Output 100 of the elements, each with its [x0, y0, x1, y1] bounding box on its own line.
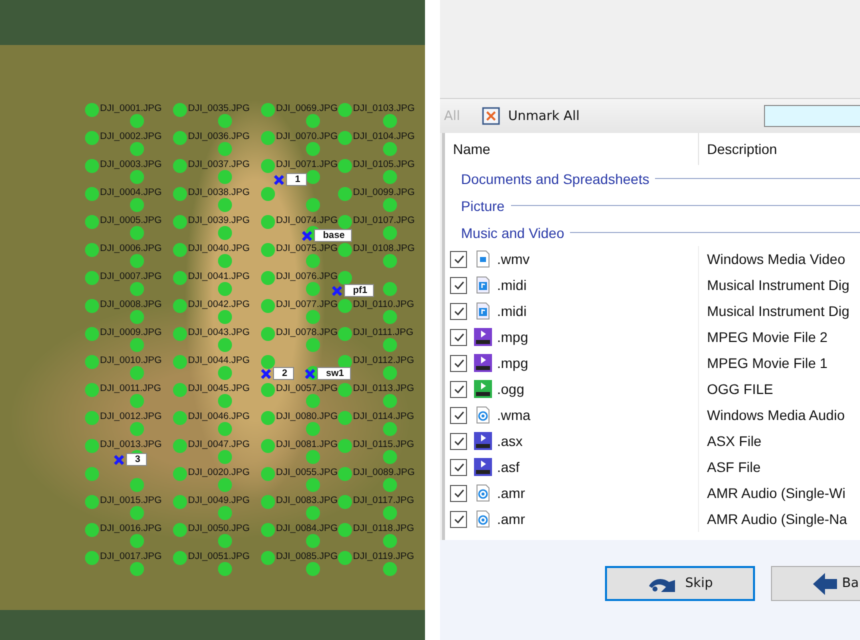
cross-marker-icon[interactable] [304, 368, 316, 380]
checkbox[interactable] [450, 276, 467, 294]
image-label: DJI_0017.JPG [100, 551, 162, 563]
checkmark-icon [452, 383, 464, 395]
control-point-label: sw1 [317, 367, 351, 380]
file-description: Windows Media Audio [707, 407, 845, 423]
group-header[interactable]: Music and Video [461, 224, 564, 240]
image-label: DJI_0084.JPG [276, 523, 338, 535]
image-label: DJI_0015.JPG [100, 495, 162, 507]
cross-marker-icon[interactable] [301, 230, 313, 242]
image-label: DJI_0005.JPG [100, 215, 162, 227]
image-label: DJI_0055.JPG [276, 467, 338, 479]
back-button[interactable]: Ba [771, 566, 860, 601]
file-extension: .midi [497, 303, 527, 319]
image-label: DJI_0081.JPG [276, 439, 338, 451]
group-header[interactable]: Picture [461, 198, 505, 214]
group-header[interactable]: Documents and Spreadsheets [461, 170, 650, 186]
image-label: DJI_0069.JPG [276, 103, 338, 115]
image-label: DJI_0020.JPG [188, 467, 250, 479]
checkbox[interactable] [450, 250, 467, 268]
checkbox[interactable] [450, 380, 467, 398]
image-label: DJI_0002.JPG [100, 131, 162, 143]
cross-marker-icon[interactable] [113, 454, 125, 466]
image-label: DJI_0036.JPG [188, 131, 250, 143]
image-label: DJI_0111.JPG [353, 327, 414, 339]
control-point-label: 1 [286, 173, 308, 186]
file-extension: .asx [497, 433, 523, 449]
image-label: DJI_0040.JPG [188, 243, 250, 255]
file-description: Windows Media Video [707, 251, 846, 267]
checkmark-icon [452, 513, 464, 525]
column-header[interactable]: Name [445, 133, 699, 165]
control-point-label: 2 [273, 367, 294, 380]
image-label: DJI_0010.JPG [100, 355, 162, 367]
image-label: DJI_0077.JPG [276, 299, 338, 311]
image-label: DJI_0044.JPG [188, 355, 250, 367]
checkbox[interactable] [450, 484, 467, 502]
file-extension: .mpg [497, 329, 528, 345]
control-point-label: 3 [126, 453, 148, 466]
control-point-label: pf1 [344, 284, 374, 297]
image-label: DJI_0037.JPG [188, 159, 250, 171]
column-header[interactable]: Description [699, 141, 778, 157]
file-description: AMR Audio (Single-Wi [707, 485, 846, 501]
image-label: DJI_0050.JPG [188, 523, 250, 535]
checkmark-icon [452, 253, 464, 265]
cross-marker-icon[interactable] [273, 174, 285, 186]
checkbox[interactable] [450, 510, 467, 528]
checkbox[interactable] [450, 406, 467, 424]
image-label: DJI_0104.JPG [353, 131, 415, 143]
file-description: Musical Instrument Dig [707, 277, 850, 293]
image-label: DJI_0119.JPG [353, 551, 414, 563]
cross-box-icon [482, 107, 500, 125]
image-label: DJI_0118.JPG [353, 523, 414, 535]
file-description: MPEG Movie File 1 [707, 355, 828, 371]
image-label: DJI_0011.JPG [100, 383, 162, 395]
image-label: DJI_0114.JPG [353, 411, 414, 423]
image-label: DJI_0113.JPG [353, 383, 414, 395]
image-label: DJI_0057.JPG [276, 383, 338, 395]
skip-button[interactable]: Skip [605, 566, 755, 601]
image-label: DJI_0003.JPG [100, 159, 162, 171]
file-extension: .asf [497, 459, 520, 475]
file-extension: .mpg [497, 355, 528, 371]
image-label: DJI_0001.JPG [100, 103, 162, 115]
image-label: DJI_0038.JPG [188, 187, 250, 199]
checkbox[interactable] [450, 354, 467, 372]
image-label: DJI_0016.JPG [100, 523, 162, 535]
checkmark-icon [452, 487, 464, 499]
image-label: DJI_0110.JPG [353, 299, 414, 311]
file-extension: .midi [497, 277, 527, 293]
image-label: DJI_0012.JPG [100, 411, 162, 423]
unmark-all-button[interactable]: Unmark All [478, 105, 584, 127]
image-label: DJI_0046.JPG [188, 411, 250, 423]
left-arrow-icon [812, 572, 838, 596]
image-label: DJI_0099.JPG [353, 187, 415, 199]
file-extension: .amr [497, 485, 525, 501]
image-label: DJI_0117.JPG [353, 495, 414, 507]
checkbox[interactable] [450, 302, 467, 320]
file-description: ASX File [707, 433, 762, 449]
image-label: DJI_0105.JPG [353, 159, 415, 171]
cross-marker-icon[interactable] [331, 285, 343, 297]
image-label: DJI_0004.JPG [100, 187, 162, 199]
image-label: DJI_0006.JPG [100, 243, 162, 255]
checkbox[interactable] [450, 432, 467, 450]
image-label: DJI_0007.JPG [100, 271, 162, 283]
checkbox[interactable] [450, 328, 467, 346]
image-label: DJI_0013.JPG [100, 439, 162, 451]
image-label: DJI_0039.JPG [188, 215, 250, 227]
image-label: DJI_0070.JPG [276, 131, 338, 143]
file-extension: .amr [497, 511, 525, 527]
file-extension: .wmv [497, 251, 530, 267]
file-description: OGG FILE [707, 381, 774, 397]
image-label: DJI_0042.JPG [188, 299, 250, 311]
search-field[interactable] [764, 105, 860, 127]
checkmark-icon [452, 435, 464, 447]
image-label: DJI_0009.JPG [100, 327, 162, 339]
cross-marker-icon[interactable] [260, 368, 272, 380]
image-label: DJI_0041.JPG [188, 271, 250, 283]
checkbox[interactable] [450, 458, 467, 476]
file-description: ASF File [707, 459, 761, 475]
checkmark-icon [452, 279, 464, 291]
image-label: DJI_0049.JPG [188, 495, 250, 507]
